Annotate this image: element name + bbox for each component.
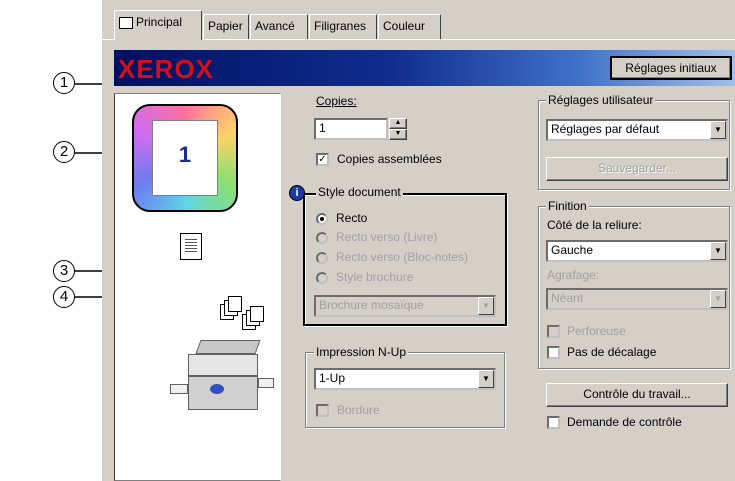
label-style-brochure: Style brochure: [336, 270, 414, 284]
copier-icon: [170, 334, 275, 414]
staple-label: Agrafage:: [547, 268, 600, 282]
chevron-down-icon: ▼: [478, 297, 494, 315]
document-icon: [180, 233, 202, 260]
callout-1: 1: [53, 72, 75, 94]
radio-recto-verso-bloc[interactable]: [316, 252, 328, 264]
binding-label: Côté de la reliure:: [547, 218, 642, 232]
collated-sets-icon: [210, 294, 270, 334]
page-number: 1: [178, 142, 192, 167]
reset-defaults-button[interactable]: Réglages initiaux: [610, 56, 732, 80]
nup-group: [305, 352, 505, 428]
border-label: Bordure: [337, 403, 380, 417]
printer-icon: [119, 16, 133, 29]
staple-select[interactable]: Néant ▼: [546, 288, 728, 310]
copies-label: Copies:: [316, 94, 357, 108]
user-settings-title: Réglages utilisateur: [546, 93, 656, 107]
nup-title: Impression N-Up: [314, 345, 409, 359]
copies-spin-down[interactable]: ▼: [389, 129, 407, 140]
offset-checkbox[interactable]: [547, 346, 560, 359]
document-style-title: Style document: [316, 185, 403, 199]
control-request-label: Demande de contrôle: [567, 415, 682, 429]
copies-spin-up[interactable]: ▲: [389, 118, 407, 129]
tab-filigranes[interactable]: Filigranes: [309, 14, 377, 39]
job-control-button[interactable]: Contrôle du travail...: [546, 383, 728, 407]
collate-label: Copies assemblées: [337, 152, 442, 166]
radio-style-brochure[interactable]: [316, 272, 328, 284]
border-checkbox[interactable]: [316, 404, 329, 417]
label-recto-verso-bloc: Recto verso (Bloc-notes): [336, 250, 469, 264]
tab-principal[interactable]: Principal: [114, 10, 202, 40]
chevron-down-icon: ▼: [478, 370, 494, 388]
radio-recto[interactable]: [316, 213, 328, 225]
callout-4: 4: [53, 286, 75, 308]
brochure-select[interactable]: Brochure mosaïque ▼: [314, 295, 496, 317]
callout-3: 3: [53, 260, 75, 282]
callout-2: 2: [53, 141, 75, 163]
control-request-checkbox[interactable]: [547, 416, 560, 429]
finishing-title: Finition: [546, 199, 589, 213]
radio-recto-verso-livre[interactable]: [316, 232, 328, 244]
page-preview-frame: 1: [132, 104, 238, 212]
collate-checkbox[interactable]: ✓: [316, 153, 329, 166]
save-button[interactable]: Sauvegarder...: [546, 157, 728, 181]
tab-papier[interactable]: Papier: [203, 14, 249, 39]
offset-label: Pas de décalage: [567, 345, 657, 359]
xerox-logo: XEROX: [118, 54, 215, 84]
tab-couleur[interactable]: Couleur: [378, 14, 441, 39]
chevron-down-icon: ▼: [710, 242, 726, 260]
user-settings-select[interactable]: Réglages par défaut ▼: [546, 119, 728, 141]
punch-checkbox[interactable]: [547, 325, 560, 338]
binding-select[interactable]: Gauche ▼: [546, 240, 728, 262]
punch-label: Perforeuse: [567, 324, 626, 338]
chevron-down-icon: ▼: [710, 121, 726, 139]
chevron-down-icon: ▼: [710, 290, 726, 308]
preview-pane: 1: [114, 93, 281, 481]
copies-input[interactable]: 1: [314, 118, 388, 140]
nup-select[interactable]: 1-Up ▼: [314, 368, 496, 390]
tab-avance[interactable]: Avancé: [250, 14, 308, 39]
label-recto: Recto: [336, 211, 368, 225]
label-recto-verso-livre: Recto verso (Livre): [336, 230, 438, 244]
info-icon: i: [289, 185, 305, 201]
